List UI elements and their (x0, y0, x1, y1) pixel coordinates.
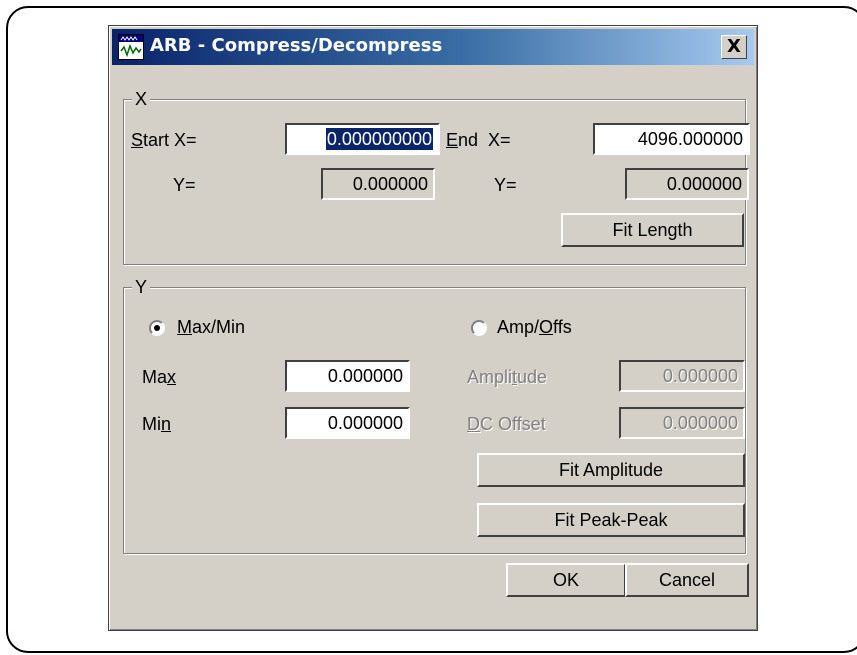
start-y-readout: 0.000000 (321, 168, 435, 200)
ok-button[interactable]: OK (506, 563, 626, 597)
dialog-title: ARB - Compress/Decompress (150, 35, 443, 56)
start-x-value: 0.000000000 (325, 128, 433, 150)
amplitude-input: 0.000000 (619, 360, 745, 392)
end-x-label: End X= (446, 130, 511, 150)
maxmin-radio[interactable] (149, 320, 165, 336)
title-bar[interactable]: ARB - Compress/Decompress X (112, 29, 754, 65)
y-group-legend: Y (132, 277, 151, 298)
amplitude-label: Amplitude (467, 367, 548, 387)
max-input[interactable]: 0.000000 (285, 360, 410, 392)
cancel-button[interactable]: Cancel (625, 563, 749, 597)
maxmin-radio-dot (154, 325, 160, 331)
max-label: Max (142, 367, 177, 387)
dc-offset-label: DC Offset (467, 414, 546, 434)
fit-length-button[interactable]: Fit Length (561, 213, 744, 247)
fit-peak-peak-button[interactable]: Fit Peak-Peak (477, 503, 745, 537)
min-input[interactable]: 0.000000 (285, 407, 410, 439)
start-y-label: Y= (173, 175, 196, 195)
end-y-label: Y= (494, 175, 517, 195)
start-x-label: Start X= (131, 130, 197, 150)
close-button[interactable]: X (721, 35, 747, 59)
compress-decompress-dialog: ARB - Compress/Decompress X X Start X= 0… (108, 25, 758, 631)
start-x-input[interactable]: 0.000000000 (285, 123, 440, 155)
ampoffs-radio[interactable] (471, 320, 487, 336)
min-label: Min (142, 414, 172, 434)
end-y-readout: 0.000000 (625, 168, 749, 200)
fit-amplitude-button[interactable]: Fit Amplitude (477, 453, 745, 487)
end-x-input[interactable]: 4096.000000 (593, 123, 750, 155)
arb-waveform-icon (118, 34, 144, 60)
ampoffs-radio-label[interactable]: Amp/Offs (497, 317, 572, 338)
dc-offset-input: 0.000000 (619, 407, 745, 439)
x-group-legend: X (132, 89, 151, 110)
maxmin-radio-label[interactable]: Max/Min (177, 317, 245, 338)
